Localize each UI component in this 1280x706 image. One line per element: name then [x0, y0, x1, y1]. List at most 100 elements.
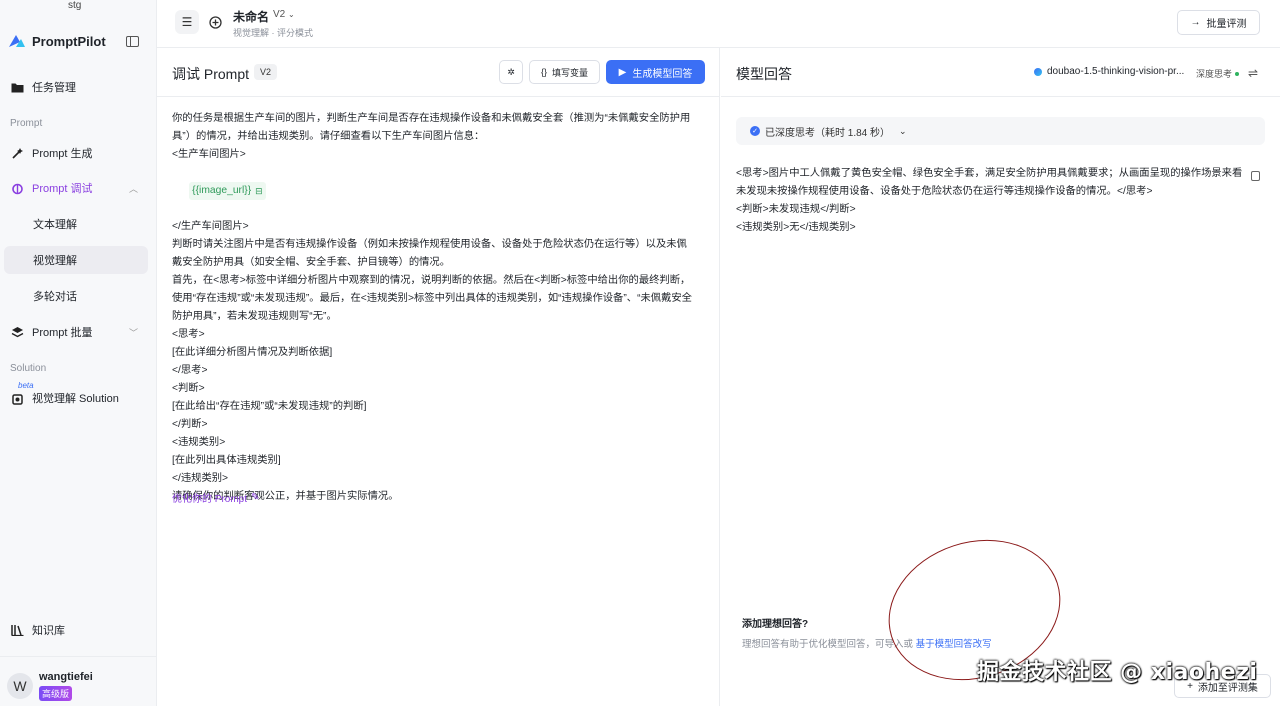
sidebar-item-label: 任务管理 — [32, 82, 76, 94]
arrow-right-icon: → — [1190, 17, 1201, 28]
sidebar-item-prompt-batch[interactable]: Prompt 批量 ﹀ — [4, 318, 148, 346]
braces-icon: {} — [540, 67, 547, 77]
sidebar-item-label: 文本理解 — [33, 219, 77, 231]
hamburger-icon: ☰ — [181, 15, 193, 29]
magic-wand-icon — [10, 146, 24, 160]
batch-eval-button[interactable]: → 批量评测 — [1177, 10, 1260, 35]
chevron-down-icon: ⌄ — [899, 125, 907, 136]
response-line: 未发现未按操作规程使用设备、设备处于危险状态仍在运行等违规操作设备的情况。</思… — [736, 186, 1153, 197]
sidebar-item-task-management[interactable]: 任务管理 — [4, 73, 148, 101]
check-circle-icon: ✓ — [750, 126, 760, 136]
response-line: <判断>未发现违规</判断> — [736, 204, 856, 215]
sidebar-collapse-icon[interactable] — [126, 36, 139, 47]
user-profile[interactable]: W wangtiefei 高级版 — [0, 656, 157, 706]
response-header: 模型回答 doubao-1.5-thinking-vision-pr... 深度… — [721, 48, 1280, 97]
promptpilot-logo-icon — [9, 35, 25, 47]
brand-name: PromptPilot — [32, 33, 106, 49]
generate-response-button[interactable]: ▶ 生成模型回答 — [606, 60, 705, 84]
document-subtitle: 视觉理解 · 评分模式 — [233, 28, 313, 38]
prompt-line: [在此列出具体违规类别] — [172, 455, 281, 466]
editor-header: 调试 Prompt V2 ✲ {} 填写变量 ▶ 生成模型回答 — [157, 48, 720, 97]
deep-think-summary[interactable]: ✓ 已深度思考（耗时 1.84 秒） ⌄ — [736, 117, 1265, 145]
prompt-line: <违规类别> — [172, 437, 226, 448]
copy-icon[interactable] — [1251, 171, 1260, 181]
sidebar-item-visual-understanding[interactable]: 视觉理解 — [4, 246, 148, 274]
sparkle-icon: ✲ — [507, 66, 515, 77]
model-selector[interactable]: doubao-1.5-thinking-vision-pr... — [1034, 66, 1184, 77]
fill-variables-button[interactable]: {} 填写变量 — [529, 60, 600, 84]
prompt-line: <生产车间图片> — [172, 149, 246, 160]
new-button[interactable] — [203, 10, 227, 34]
prompt-line: 首先，在<思考>标签中详细分析图片中观察到的情况，说明判断的依据。然后在<判断>… — [172, 275, 691, 286]
env-label: stg — [68, 0, 82, 11]
think-status: 已深度思考（耗时 1.84 秒） — [765, 127, 891, 139]
section-label-prompt: Prompt — [10, 118, 43, 129]
editor-title: 调试 Prompt — [172, 66, 250, 82]
sidebar-item-prompt-debug[interactable]: Prompt 调试 ︿ — [4, 174, 148, 202]
prompt-line: </判断> — [172, 419, 208, 430]
sidebar-item-multi-turn[interactable]: 多轮对话 — [4, 282, 148, 310]
plan-badge: 高级版 — [39, 686, 73, 701]
avatar: W — [7, 673, 33, 699]
response-line: <思考>图片中工人佩戴了黄色安全帽、绿色安全手套，满足安全防护用具佩戴要求；从画… — [736, 168, 1243, 179]
library-icon — [10, 623, 24, 637]
deep-think-toggle[interactable]: 深度思考 — [1196, 67, 1240, 80]
prompt-text-area[interactable]: 你的任务是根据生产车间的图片，判断生产车间是否存在违规操作设备和未佩戴安全套（推… — [172, 110, 707, 506]
sidebar-item-label: Prompt 批量 — [32, 327, 93, 339]
optimize-sparkle-button[interactable]: ✲ — [499, 60, 523, 84]
prompt-line: </违规类别> — [172, 473, 229, 484]
sidebar-item-label: Prompt 生成 — [32, 148, 93, 160]
model-logo-icon — [1034, 67, 1042, 76]
ideal-desc-text: 理想回答有助于优化模型回答，可导入或 — [742, 639, 916, 650]
batch-eval-label: 批量评测 — [1206, 19, 1247, 30]
prompt-line: 使用“存在违规”或“未发现违规”。最后，在<违规类别>标签中列出具体的违规类别，… — [172, 293, 692, 304]
prompt-line: </思考> — [172, 365, 208, 376]
prompt-line: [在此给出“存在违规”或“未发现违规”的判断] — [172, 401, 367, 412]
variable-name: {{image_url}} — [192, 185, 252, 196]
prompt-line: <判断> — [172, 383, 205, 394]
edit-sparkle-icon: ✎ — [251, 492, 260, 503]
sidebar-item-label: 知识库 — [32, 625, 65, 637]
sidebar-item-label: 视觉理解 — [33, 255, 77, 267]
sliders-icon[interactable]: ⇌ — [1248, 66, 1258, 80]
prompt-line: </生产车间图片> — [172, 221, 249, 232]
prompt-line: 防护用具”，若未发现违规则写“无”。 — [172, 311, 337, 322]
document-title[interactable]: 未命名 — [233, 8, 269, 25]
optimize-prompt-link[interactable]: 优化你的 Prompt ✎ — [172, 490, 259, 505]
play-icon: ▶ — [618, 66, 627, 78]
menu-button[interactable]: ☰ — [175, 10, 199, 34]
response-line: <违规类别>无</违规类别> — [736, 222, 856, 233]
image-icon: ⊟ — [255, 186, 263, 196]
brand[interactable]: PromptPilot — [8, 33, 106, 49]
prompt-line: 具”）的情况，并给出违规类别。请仔细查看以下生产车间图片信息： — [172, 131, 485, 142]
response-title: 模型回答 — [736, 66, 792, 82]
sidebar-item-text-understanding[interactable]: 文本理解 — [4, 210, 148, 238]
sidebar-item-label: 视觉理解 Solution — [32, 393, 119, 405]
sidebar-item-label: 多轮对话 — [33, 291, 77, 303]
ideal-answer-title: 添加理想回答? — [742, 619, 809, 630]
prompt-line: 戴安全防护用具（如安全帽、安全手套、护目镜等）的情况。 — [172, 257, 451, 268]
fill-variables-label: 填写变量 — [552, 67, 589, 78]
watermark: 掘金技术社区 @ xiaohezi — [977, 660, 1258, 685]
sidebar-item-prompt-generate[interactable]: Prompt 生成 — [4, 139, 148, 167]
section-label-solution: Solution — [10, 363, 47, 374]
version-selector[interactable]: V2 ⌄ — [273, 9, 295, 20]
sidebar-item-knowledge-base[interactable]: 知识库 — [4, 616, 148, 644]
generate-label: 生成模型回答 — [632, 68, 693, 80]
folder-icon — [10, 80, 24, 94]
batch-icon — [10, 325, 24, 339]
prompt-editor-panel: 调试 Prompt V2 ✲ {} 填写变量 ▶ 生成模型回答 你的任务是根据生… — [157, 48, 720, 706]
sidebar-item-visual-solution[interactable]: 视觉理解 Solution — [4, 384, 148, 412]
solution-icon — [10, 391, 24, 405]
variable-line: {{image_url}} ⊟ — [172, 164, 707, 218]
chevron-up-icon: ︿ — [128, 183, 138, 194]
prompt-line: [在此详细分析图片情况及判断依据] — [172, 347, 333, 358]
editor-version-tag: V2 — [254, 64, 278, 80]
prompt-line: 你的任务是根据生产车间的图片，判断生产车间是否存在违规操作设备和未佩戴安全套（推… — [172, 113, 691, 124]
sidebar-item-label: Prompt 调试 — [32, 183, 93, 195]
response-text: <思考>图片中工人佩戴了黄色安全帽、绿色安全手套，满足安全防护用具佩戴要求；从画… — [736, 165, 1256, 237]
debug-icon — [10, 181, 24, 195]
status-dot-icon — [1235, 71, 1240, 76]
variable-chip[interactable]: {{image_url}} ⊟ — [189, 182, 266, 200]
sidebar: stg PromptPilot 任务管理 Prompt Prompt 生成 Pr… — [0, 0, 157, 706]
